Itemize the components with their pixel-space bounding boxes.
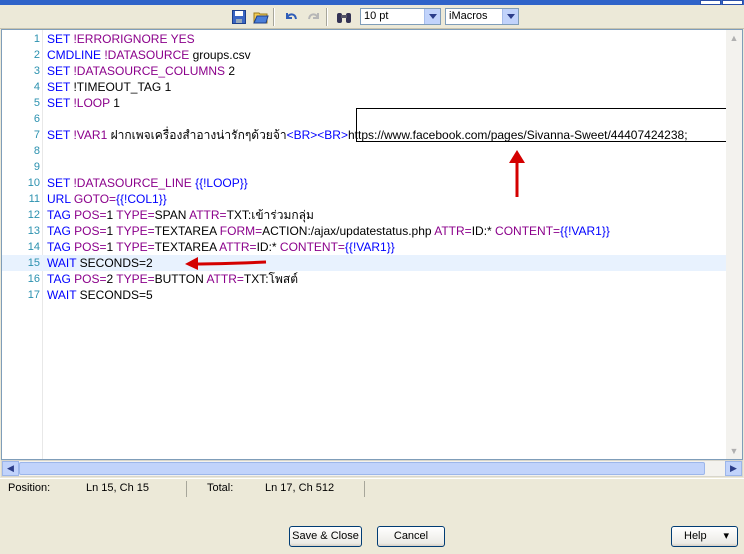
line-number: 6 <box>33 113 40 125</box>
code-line[interactable]: 14 TAG POS=1 TYPE=TEXTAREA ATTR=ID:* CONT… <box>2 239 728 255</box>
font-size-select[interactable]: 10 pt <box>360 8 441 25</box>
syntax-select[interactable]: iMacros <box>445 8 519 25</box>
redo-icon[interactable] <box>304 8 323 26</box>
code-line[interactable]: 12 TAG POS=1 TYPE=SPAN ATTR=TXT:เข้าร่วมก… <box>2 207 728 223</box>
save-close-button[interactable]: Save & Close <box>289 526 362 547</box>
scroll-up-icon[interactable]: ▲ <box>726 30 742 46</box>
line-number: 16 <box>27 273 40 285</box>
code-line[interactable]: 17 WAIT SECONDS=5 <box>2 287 728 303</box>
horizontal-scroll-thumb[interactable] <box>19 462 705 475</box>
code-line[interactable]: 3 SET !DATASOURCE_COLUMNS 2 <box>2 63 728 79</box>
annotation-left-arrow <box>185 257 267 270</box>
line-number: 7 <box>33 129 40 141</box>
syntax-value: iMacros <box>449 10 488 22</box>
code-line[interactable]: 15 WAIT SECONDS=2 <box>2 255 728 271</box>
code-text: SET !DATASOURCE_LINE {{!LOOP}} <box>47 176 248 190</box>
code-text: SET !DATASOURCE_COLUMNS 2 <box>47 64 236 78</box>
help-label: Help <box>684 530 707 542</box>
chevron-down-icon <box>502 9 518 24</box>
cancel-button[interactable]: Cancel <box>377 526 445 547</box>
code-line[interactable]: 11 URL GOTO={{!COL1}} <box>2 191 728 207</box>
open-folder-icon[interactable] <box>251 8 270 26</box>
code-line[interactable]: 8 <box>2 143 728 159</box>
line-number: 15 <box>27 257 40 269</box>
horizontal-scrollbar[interactable]: ◀ ▶ <box>1 460 743 477</box>
line-number: 3 <box>33 65 40 77</box>
code-line[interactable]: 9 <box>2 159 728 175</box>
code-text: SET !TIMEOUT_TAG 1 <box>47 80 172 94</box>
code-line[interactable]: 16 TAG POS=2 TYPE=BUTTON ATTR=TXT:โพสต์ <box>2 271 728 287</box>
line-number: 8 <box>33 145 40 157</box>
dropdown-arrow-icon: ▾ <box>723 530 729 542</box>
code-text: TAG POS=1 TYPE=SPAN ATTR=TXT:เข้าร่วมกลุ… <box>47 208 314 222</box>
vertical-scrollbar[interactable]: ▲ ▼ <box>726 30 742 459</box>
code-text: TAG POS=1 TYPE=TEXTAREA ATTR=ID:* CONTEN… <box>47 240 395 254</box>
line-number: 2 <box>33 49 40 61</box>
line-number: 13 <box>27 225 40 237</box>
total-label: Total: <box>207 482 234 494</box>
url-highlight-box <box>356 108 742 142</box>
line-number: 14 <box>27 241 40 253</box>
line-number: 10 <box>27 177 40 189</box>
code-text: WAIT SECONDS=2 <box>47 256 153 270</box>
scroll-left-icon[interactable]: ◀ <box>2 461 19 476</box>
font-size-value: 10 pt <box>364 10 389 22</box>
code-line[interactable]: 10 SET !DATASOURCE_LINE {{!LOOP}} <box>2 175 728 191</box>
position-value: Ln 15, Ch 15 <box>86 482 149 494</box>
chevron-down-icon <box>424 9 440 24</box>
line-number: 17 <box>27 289 40 301</box>
code-text: CMDLINE !DATASOURCE groups.csv <box>47 48 251 62</box>
help-button[interactable]: Help ▾ <box>671 526 738 547</box>
code-text: SET !ERRORIGNORE YES <box>47 32 195 46</box>
macro-code-editor[interactable]: 1 SET !ERRORIGNORE YES 2 CMDLINE !DATASOURC… <box>1 29 743 460</box>
code-line[interactable]: 1 SET !ERRORIGNORE YES <box>2 31 728 47</box>
code-text: WAIT SECONDS=5 <box>47 288 153 302</box>
line-number: 1 <box>33 33 40 45</box>
code-text: TAG POS=2 TYPE=BUTTON ATTR=TXT:โพสต์ <box>47 272 299 286</box>
line-number: 9 <box>33 161 40 173</box>
code-line[interactable]: 13 TAG POS=1 TYPE=TEXTAREA FORM=ACTION:/a… <box>2 223 728 239</box>
code-text: TAG POS=1 TYPE=TEXTAREA FORM=ACTION:/aja… <box>47 224 610 238</box>
line-number: 4 <box>33 81 40 93</box>
save-icon[interactable] <box>229 8 248 26</box>
find-binoculars-icon[interactable] <box>334 8 353 26</box>
code-line[interactable]: 2 CMDLINE !DATASOURCE groups.csv <box>2 47 728 63</box>
annotation-up-arrow <box>509 150 525 197</box>
code-text: SET !LOOP 1 <box>47 96 120 110</box>
scroll-down-icon[interactable]: ▼ <box>726 443 742 459</box>
undo-icon[interactable] <box>281 8 300 26</box>
code-text: URL GOTO={{!COL1}} <box>47 192 167 206</box>
line-number: 11 <box>28 193 40 205</box>
status-bar: Position: Ln 15, Ch 15 Total: Ln 17, Ch … <box>0 478 744 499</box>
line-number: 5 <box>33 97 40 109</box>
editor-toolbar: 10 pt iMacros <box>0 5 744 29</box>
line-number: 12 <box>27 209 40 221</box>
total-value: Ln 17, Ch 512 <box>265 482 335 494</box>
position-label: Position: <box>8 482 51 494</box>
code-line[interactable]: 4 SET !TIMEOUT_TAG 1 <box>2 79 728 95</box>
scroll-right-icon[interactable]: ▶ <box>725 461 742 476</box>
